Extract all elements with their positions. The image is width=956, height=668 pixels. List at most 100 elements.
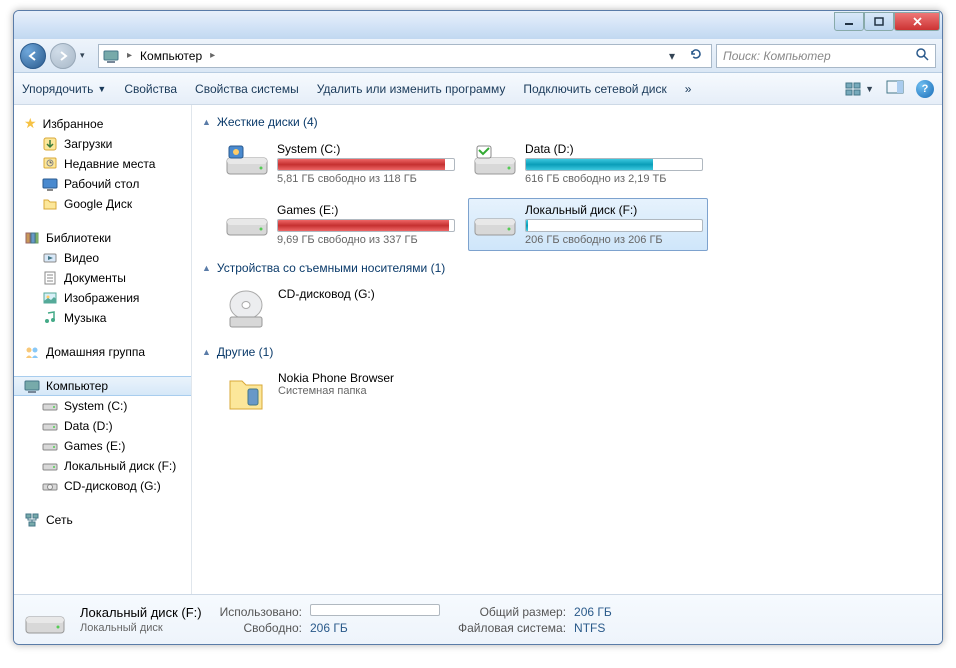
libraries-icon [24,230,40,246]
system-properties-button[interactable]: Свойства системы [195,82,299,96]
drive-tile[interactable]: Локальный диск (F:) 206 ГБ свободно из 2… [468,198,708,251]
nav-history-dropdown[interactable]: ▾ [80,50,94,61]
music-icon [42,310,58,326]
drive-tile[interactable]: Data (D:) 616 ГБ свободно из 2,19 ТБ [468,137,708,190]
sidebar-homegroup[interactable]: Домашняя группа [14,342,191,362]
sidebar-libraries[interactable]: Библиотеки [14,228,191,248]
sidebar-item-videos[interactable]: Видео [14,248,191,268]
drive-usage-bar [525,158,703,171]
search-placeholder: Поиск: Компьютер [723,49,831,63]
drive-usage-bar [277,158,455,171]
desktop-icon [42,176,58,192]
collapse-icon: ▲ [202,347,211,357]
drive-free-text: 5,81 ГБ свободно из 118 ГБ [277,173,455,185]
titlebar [14,11,942,39]
video-icon [42,250,58,266]
computer-icon [103,48,119,64]
folder-phone-icon [224,371,268,415]
documents-icon [42,270,58,286]
maximize-button[interactable] [864,12,894,31]
drive-tile[interactable]: Games (E:) 9,69 ГБ свободно из 337 ГБ [220,198,460,251]
back-button[interactable] [20,43,46,69]
sidebar-item-drive-c[interactable]: System (C:) [14,396,191,416]
breadcrumb-separator-icon: ▸ [125,50,134,61]
cd-drive-icon [42,478,58,494]
breadcrumb-computer[interactable]: Компьютер [140,49,202,63]
nav-bar: ▾ ▸ Компьютер ▸ ▾ Поиск: Компьютер [14,39,942,73]
sidebar-item-pictures[interactable]: Изображения [14,288,191,308]
homegroup-icon [24,344,40,360]
status-fs-value: NTFS [574,621,612,635]
device-name: CD-дисковод (G:) [278,287,375,301]
refresh-icon[interactable] [685,47,707,64]
sidebar-computer[interactable]: Компьютер [14,376,191,396]
downloads-icon [42,136,58,152]
preview-pane-button[interactable] [886,80,904,97]
close-button[interactable] [894,12,940,31]
properties-button[interactable]: Свойства [124,82,177,96]
recent-icon [42,156,58,172]
drive-icon [225,203,269,239]
sidebar-item-downloads[interactable]: Загрузки [14,134,191,154]
drive-icon [473,203,517,239]
search-icon[interactable] [915,47,929,64]
section-removable[interactable]: ▲ Устройства со съемными носителями (1) [202,261,932,275]
map-network-drive-button[interactable]: Подключить сетевой диск [523,82,666,96]
details-pane: Локальный диск (F:) Локальный диск Испол… [14,594,942,644]
organize-menu[interactable]: Упорядочить ▼ [22,82,106,96]
chevron-down-icon: ▼ [97,84,106,94]
minimize-button[interactable] [834,12,864,31]
drive-usage-bar [525,219,703,232]
status-free-value: 206 ГБ [310,621,440,635]
sidebar-network[interactable]: Сеть [14,510,191,530]
forward-button[interactable] [50,43,76,69]
drives-list: System (C:) 5,81 ГБ свободно из 118 ГБ D… [220,137,932,251]
sidebar-item-documents[interactable]: Документы [14,268,191,288]
removable-device[interactable]: CD-дисковод (G:) [220,283,932,335]
view-options-button[interactable]: ▼ [845,82,874,96]
sidebar-item-drive-g[interactable]: CD-дисковод (G:) [14,476,191,496]
sidebar-favorites[interactable]: ★ Избранное [14,113,191,134]
other-device[interactable]: Nokia Phone Browser Системная папка [220,367,932,419]
sidebar-item-drive-e[interactable]: Games (E:) [14,436,191,456]
nav-pane: ★ Избранное Загрузки Недавние места Рабо… [14,105,192,594]
drive-tile[interactable]: System (C:) 5,81 ГБ свободно из 118 ГБ [220,137,460,190]
breadcrumb-separator-icon: ▸ [208,50,217,61]
status-used-label: Использовано: [220,605,302,619]
drive-name: Games (E:) [277,203,455,217]
sidebar-item-drive-d[interactable]: Data (D:) [14,416,191,436]
section-other[interactable]: ▲ Другие (1) [202,345,932,359]
drive-free-text: 616 ГБ свободно из 2,19 ТБ [525,173,703,185]
status-used-bar [310,604,440,616]
cd-drive-icon [224,287,268,331]
status-drive-name: Локальный диск (F:) [80,605,202,620]
sidebar-item-music[interactable]: Музыка [14,308,191,328]
search-box[interactable]: Поиск: Компьютер [716,44,936,68]
body: ★ Избранное Загрузки Недавние места Рабо… [14,105,942,594]
status-total-value: 206 ГБ [574,605,612,619]
status-free-label: Свободно: [220,621,302,635]
toolbar-overflow[interactable]: » [685,82,692,96]
drive-name: Data (D:) [525,142,703,156]
sidebar-item-desktop[interactable]: Рабочий стол [14,174,191,194]
status-drive-type: Локальный диск [80,622,202,634]
drive-icon [42,418,58,434]
window-controls [834,12,940,31]
help-icon[interactable]: ? [916,80,934,98]
collapse-icon: ▲ [202,263,211,273]
sidebar-item-google-drive[interactable]: Google Диск [14,194,191,214]
drive-name: Локальный диск (F:) [525,203,703,217]
folder-icon [42,196,58,212]
explorer-window: ▾ ▸ Компьютер ▸ ▾ Поиск: Компьютер Упоря… [13,10,943,645]
sidebar-item-drive-f[interactable]: Локальный диск (F:) [14,456,191,476]
drive-icon [42,458,58,474]
network-icon [24,512,40,528]
section-hard-disks[interactable]: ▲ Жесткие диски (4) [202,115,932,129]
address-bar[interactable]: ▸ Компьютер ▸ ▾ [98,44,712,68]
sidebar-item-recent[interactable]: Недавние места [14,154,191,174]
address-history-dropdown[interactable]: ▾ [665,49,679,63]
status-total-label: Общий размер: [458,605,566,619]
computer-icon [24,378,40,394]
uninstall-program-button[interactable]: Удалить или изменить программу [317,82,506,96]
drive-icon [24,603,66,637]
